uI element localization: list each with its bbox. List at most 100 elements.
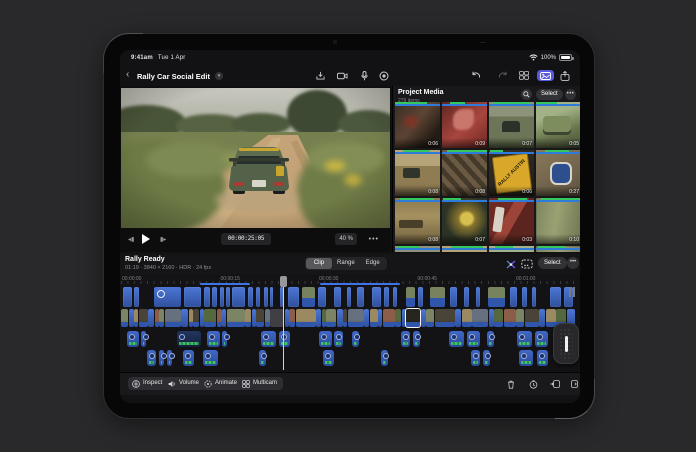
timeline-area[interactable]: 00:00:0000:00:1500:00:3000:00:4500:01:00 [120,276,580,372]
timeline-clip[interactable] [337,309,343,327]
timeline-clip[interactable] [467,331,480,347]
timeline-clip[interactable] [352,331,359,347]
project-title[interactable]: Rally Car Social Edit [137,72,210,81]
timeline-clip[interactable] [402,309,406,327]
timeline-clip[interactable] [357,287,364,307]
timeline-clip[interactable] [288,287,299,307]
timeline-clip[interactable] [343,309,347,327]
timeline-clip[interactable] [488,287,505,307]
trash-icon[interactable] [505,378,517,390]
timeline-clip[interactable] [200,309,204,327]
mode-edge[interactable]: Edge [360,258,386,269]
timeline-clip[interactable] [129,309,134,327]
import-icon[interactable] [314,70,326,81]
timeline-clip[interactable] [406,309,420,327]
camera-icon[interactable] [336,70,348,81]
timeline-clip[interactable] [326,309,336,327]
timeline-clip[interactable] [348,309,364,327]
connect-clips-icon[interactable] [504,258,517,270]
timeline-clip[interactable] [134,309,138,327]
mode-range[interactable]: Range [332,258,360,269]
timeline-clip[interactable] [147,350,156,366]
timeline-clip[interactable] [139,309,148,327]
insert-icon[interactable] [549,378,561,390]
timeline-clip[interactable] [430,287,445,307]
clip-duration-icon[interactable] [527,378,539,390]
timeline-clip[interactable] [259,350,266,366]
timeline-clip[interactable] [319,331,332,347]
timeline-select-button[interactable]: Select [538,257,567,269]
timecode[interactable]: 00:00:25:05 [221,233,271,245]
timeline-clip[interactable] [270,309,284,327]
timeline-clip[interactable] [395,309,401,327]
undo-icon[interactable] [470,70,482,81]
timeline-clip[interactable] [264,287,268,307]
timeline-clip[interactable] [159,350,164,366]
timeline-clip[interactable] [222,309,226,327]
media-item[interactable]: 0:07 [442,198,487,244]
timeline-clip[interactable] [426,309,434,327]
volume-button[interactable]: Volume [164,377,205,390]
timeline-more-icon[interactable]: ••• [567,257,579,269]
media-item[interactable]: 0:05 [536,102,580,148]
timeline-clip[interactable] [261,331,276,347]
media-select-button[interactable]: Select [536,89,563,100]
viewer-zoom[interactable]: 40 % [335,233,357,245]
timeline-clip[interactable] [220,287,224,307]
playhead-grip[interactable] [280,276,287,287]
timeline-clip[interactable] [232,287,245,307]
timeline-clip[interactable] [517,331,532,347]
timeline-clip[interactable] [165,309,181,327]
media-item[interactable]: 0:27 [536,150,580,196]
viewer-layout-icon[interactable] [518,70,530,81]
timeline-clip[interactable] [546,309,556,327]
timeline-clip[interactable] [204,309,216,327]
timeline-clip[interactable] [539,309,545,327]
timeline-clip[interactable] [378,309,382,327]
media-item[interactable]: 0:08 [395,198,440,244]
timeline-clip[interactable] [334,331,343,347]
timeline-clip[interactable] [217,309,222,327]
media-item[interactable]: 0:06 [395,102,440,148]
timeline-clip[interactable] [256,287,260,307]
media-item[interactable] [442,246,487,252]
timeline-clip[interactable] [289,309,295,327]
timeline-clip[interactable] [123,287,132,307]
mode-clip[interactable]: Clip [306,258,332,269]
timeline-clip[interactable] [462,309,472,327]
timeline-clip[interactable] [372,287,381,307]
timeline-clip[interactable] [245,309,251,327]
timeline-clip[interactable] [207,331,220,347]
timeline-clip[interactable] [450,287,457,307]
timeline-clip[interactable] [212,287,217,307]
media-item[interactable]: 0:08 [442,150,487,196]
animate-button[interactable]: Animate [200,377,243,390]
timeline-clip[interactable] [302,287,315,307]
timeline-clip[interactable] [537,350,548,366]
timeline-clip[interactable] [464,287,469,307]
timeline-clip[interactable] [134,287,139,307]
timeline-clip[interactable] [494,309,503,327]
timeline-clip[interactable] [347,287,351,307]
timeline-clip[interactable] [222,331,227,347]
timeline-clip[interactable] [181,309,188,327]
timeline-clip[interactable] [256,309,264,327]
redo-icon[interactable] [497,70,509,81]
timeline-clip[interactable] [226,287,230,307]
jog-wheel[interactable] [553,323,579,364]
timeline-clip[interactable] [159,309,164,327]
timeline-clip[interactable] [248,287,253,307]
timeline-clip[interactable] [519,350,533,366]
timeline-clip[interactable] [370,309,378,327]
timeline-clip[interactable] [285,309,289,327]
timeline-clip[interactable] [532,287,536,307]
playhead[interactable] [283,276,284,370]
timeline-clip[interactable] [323,350,334,366]
overwrite-icon[interactable] [570,378,580,390]
browser-toggle-icon[interactable] [537,70,554,81]
clip-appearance-icon[interactable] [520,258,533,270]
timeline-clip[interactable] [167,350,172,366]
mic-icon[interactable] [358,70,370,81]
timeline-clip[interactable] [384,287,389,307]
media-item[interactable]: 0:07 [489,102,534,148]
